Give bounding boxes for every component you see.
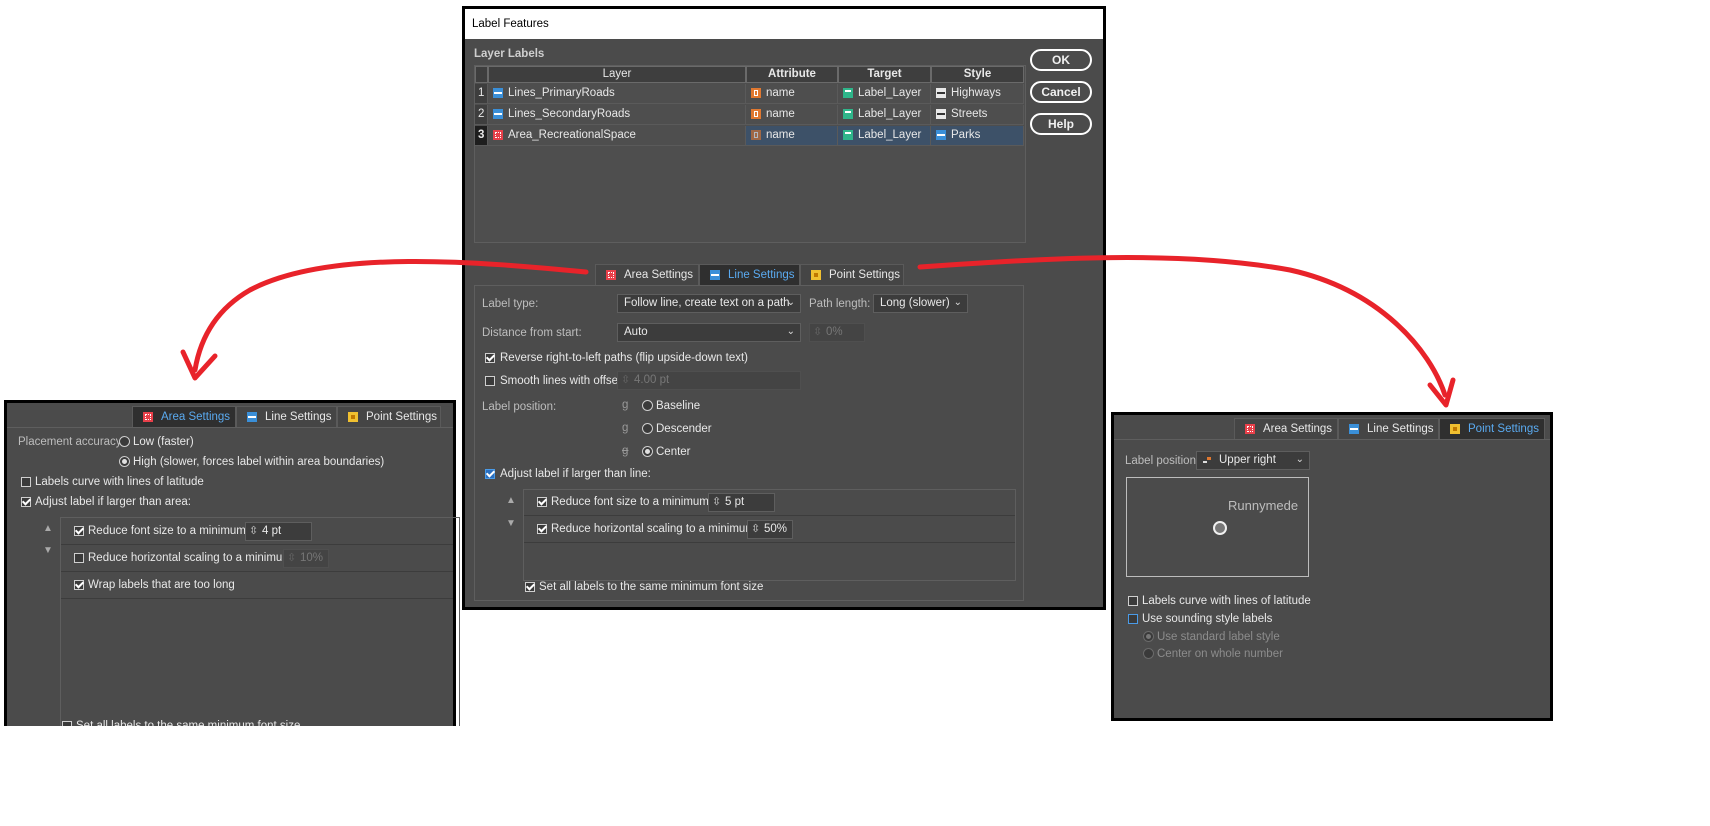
- arrow-to-area-settings: [192, 258, 589, 373]
- callout-arrows: [180, 255, 1456, 408]
- arrow-to-point-settings: [917, 255, 1448, 398]
